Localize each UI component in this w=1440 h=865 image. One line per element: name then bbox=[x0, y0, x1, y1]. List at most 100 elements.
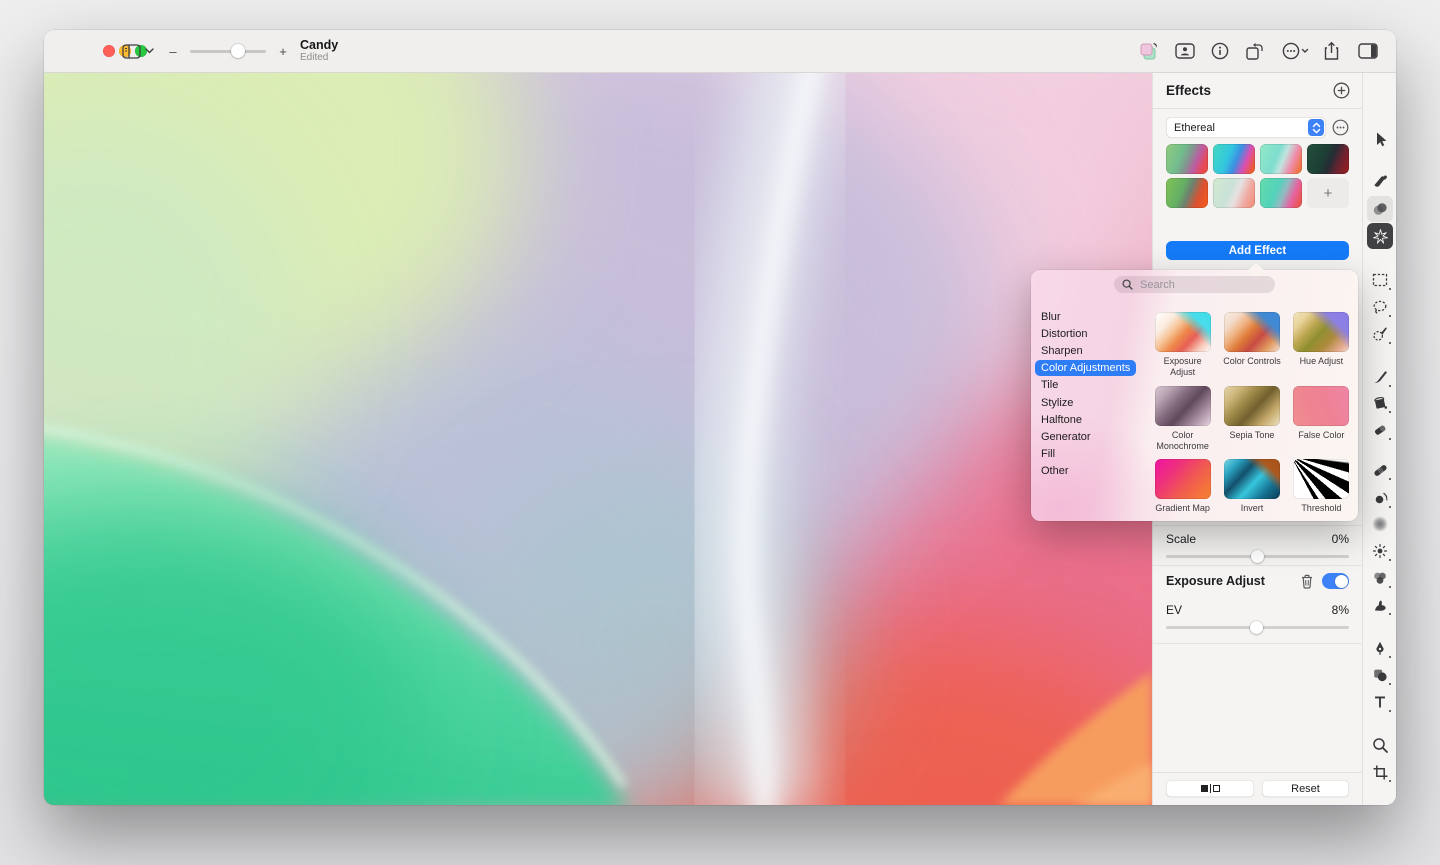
pen-tool[interactable] bbox=[1367, 635, 1393, 661]
app-window: – + Candy Edited bbox=[44, 30, 1396, 805]
image-canvas[interactable] bbox=[44, 72, 1152, 805]
add-preset-plus-icon[interactable] bbox=[1333, 82, 1350, 99]
effect-sepia-tone[interactable]: Sepia Tone bbox=[1217, 386, 1286, 453]
preset-thumb-3[interactable] bbox=[1260, 144, 1302, 174]
effect-color-controls[interactable]: Color Controls bbox=[1217, 312, 1286, 379]
fill-bucket-tool[interactable] bbox=[1367, 390, 1393, 416]
repair-tool[interactable] bbox=[1367, 457, 1393, 483]
effect-categories: Blur Distortion Sharpen Color Adjustment… bbox=[1031, 308, 1148, 521]
eraser-tool[interactable] bbox=[1367, 417, 1393, 443]
color-adjustments-tool[interactable] bbox=[1367, 196, 1393, 222]
add-effect-button[interactable]: Add Effect bbox=[1166, 241, 1349, 260]
category-tile[interactable]: Tile bbox=[1031, 377, 1148, 394]
quick-selection-tool[interactable] bbox=[1367, 321, 1393, 347]
effect-false-color[interactable]: False Color bbox=[1287, 386, 1356, 453]
category-color-adjustments[interactable]: Color Adjustments bbox=[1031, 360, 1148, 377]
effects-title: Effects bbox=[1166, 83, 1211, 98]
category-generator[interactable]: Generator bbox=[1031, 428, 1148, 445]
preset-thumb-1[interactable] bbox=[1166, 144, 1208, 174]
more-actions-icon[interactable] bbox=[1280, 41, 1312, 61]
divider bbox=[1153, 565, 1363, 566]
more-tools[interactable] bbox=[1367, 804, 1393, 805]
category-blur[interactable]: Blur bbox=[1031, 308, 1148, 325]
clone-tool[interactable] bbox=[1367, 485, 1393, 511]
effect-threshold[interactable]: Threshold bbox=[1287, 459, 1356, 514]
effect-thumb bbox=[1293, 312, 1349, 352]
right-sidebar-toggle-icon[interactable] bbox=[1356, 41, 1380, 61]
scale-slider-knob[interactable] bbox=[1251, 550, 1264, 563]
chevron-down-icon[interactable] bbox=[142, 41, 156, 61]
ev-slider[interactable] bbox=[1166, 626, 1349, 629]
lasso-selection-tool[interactable] bbox=[1367, 294, 1393, 320]
preset-stepper-icon[interactable] bbox=[1308, 119, 1324, 136]
effect-exposure-adjust[interactable]: Exposure Adjust bbox=[1148, 312, 1217, 379]
rectangular-selection-tool[interactable] bbox=[1367, 267, 1393, 293]
zoom-tool[interactable] bbox=[1367, 732, 1393, 758]
style-tool[interactable] bbox=[1367, 169, 1393, 195]
effect-thumb bbox=[1155, 386, 1211, 426]
document-title-block: Candy Edited bbox=[300, 38, 338, 64]
preset-thumb-6[interactable] bbox=[1213, 178, 1255, 208]
close-button[interactable] bbox=[103, 45, 115, 57]
ev-slider-knob[interactable] bbox=[1250, 621, 1263, 634]
effects-tool[interactable] bbox=[1367, 223, 1393, 249]
effects-header: Effects bbox=[1153, 72, 1363, 109]
shapes-tool[interactable] bbox=[1367, 662, 1393, 688]
rotate-icon[interactable] bbox=[1243, 41, 1267, 61]
exposure-toggle[interactable] bbox=[1322, 573, 1349, 589]
info-icon[interactable] bbox=[1208, 41, 1232, 61]
preset-thumb-5[interactable] bbox=[1166, 178, 1208, 208]
effects-quick-icon[interactable] bbox=[1136, 41, 1160, 61]
effect-thumb bbox=[1155, 312, 1211, 352]
effect-color-monochrome[interactable]: Color Monochrome bbox=[1148, 386, 1217, 453]
effect-gradient-map[interactable]: Gradient Map bbox=[1148, 459, 1217, 514]
panel-bottom-bar: Reset bbox=[1153, 772, 1363, 805]
category-stylize[interactable]: Stylize bbox=[1031, 394, 1148, 411]
crop-tool[interactable] bbox=[1367, 759, 1393, 785]
preset-thumb-4[interactable] bbox=[1307, 144, 1349, 174]
exposure-adjust-header: Exposure Adjust bbox=[1166, 573, 1349, 589]
scale-label: Scale bbox=[1166, 532, 1196, 546]
trash-icon[interactable] bbox=[1300, 574, 1314, 589]
move-tool[interactable] bbox=[1367, 126, 1393, 152]
divider bbox=[1153, 525, 1363, 526]
zoom-in-button[interactable]: + bbox=[276, 41, 290, 61]
category-halftone[interactable]: Halftone bbox=[1031, 411, 1148, 428]
search-input[interactable] bbox=[1138, 278, 1284, 292]
exposure-adjust-title: Exposure Adjust bbox=[1166, 574, 1265, 588]
effect-thumb bbox=[1224, 459, 1280, 499]
preset-thumb-2[interactable] bbox=[1213, 144, 1255, 174]
text-tool[interactable] bbox=[1367, 689, 1393, 715]
contact-card-icon[interactable] bbox=[1173, 41, 1197, 61]
canvas-zoom-slider[interactable] bbox=[190, 50, 266, 53]
scale-slider[interactable] bbox=[1166, 555, 1349, 558]
reset-button[interactable]: Reset bbox=[1262, 780, 1349, 797]
zoom-slider-knob[interactable] bbox=[231, 44, 245, 58]
category-fill[interactable]: Fill bbox=[1031, 446, 1148, 463]
category-other[interactable]: Other bbox=[1031, 463, 1148, 480]
smudge-tool[interactable] bbox=[1367, 592, 1393, 618]
zoom-out-button[interactable]: – bbox=[166, 41, 180, 61]
sharpen-tool[interactable] bbox=[1367, 538, 1393, 564]
soften-tool[interactable] bbox=[1367, 511, 1393, 537]
share-icon[interactable] bbox=[1319, 41, 1343, 61]
preset-add-tile[interactable]: + bbox=[1307, 178, 1349, 208]
add-effect-popover: Blur Distortion Sharpen Color Adjustment… bbox=[1031, 270, 1358, 521]
effect-invert[interactable]: Invert bbox=[1217, 459, 1286, 514]
effect-search-field[interactable] bbox=[1114, 276, 1275, 293]
preset-select-value: Ethereal bbox=[1174, 122, 1308, 134]
preset-options-icon[interactable] bbox=[1332, 119, 1349, 136]
effect-hue-adjust[interactable]: Hue Adjust bbox=[1287, 312, 1356, 379]
effect-thumb bbox=[1224, 312, 1280, 352]
preset-select[interactable]: Ethereal bbox=[1166, 117, 1326, 138]
sidebar-toggle-icon[interactable] bbox=[119, 41, 143, 61]
scale-value: 0% bbox=[1332, 532, 1349, 546]
effect-thumb bbox=[1224, 386, 1280, 426]
category-sharpen[interactable]: Sharpen bbox=[1031, 342, 1148, 359]
color-swatches-tool[interactable] bbox=[1367, 565, 1393, 591]
ev-value: 8% bbox=[1332, 603, 1349, 617]
paint-brush-tool[interactable] bbox=[1367, 364, 1393, 390]
preset-thumb-7[interactable] bbox=[1260, 178, 1302, 208]
compare-button[interactable] bbox=[1166, 780, 1254, 797]
category-distortion[interactable]: Distortion bbox=[1031, 325, 1148, 342]
